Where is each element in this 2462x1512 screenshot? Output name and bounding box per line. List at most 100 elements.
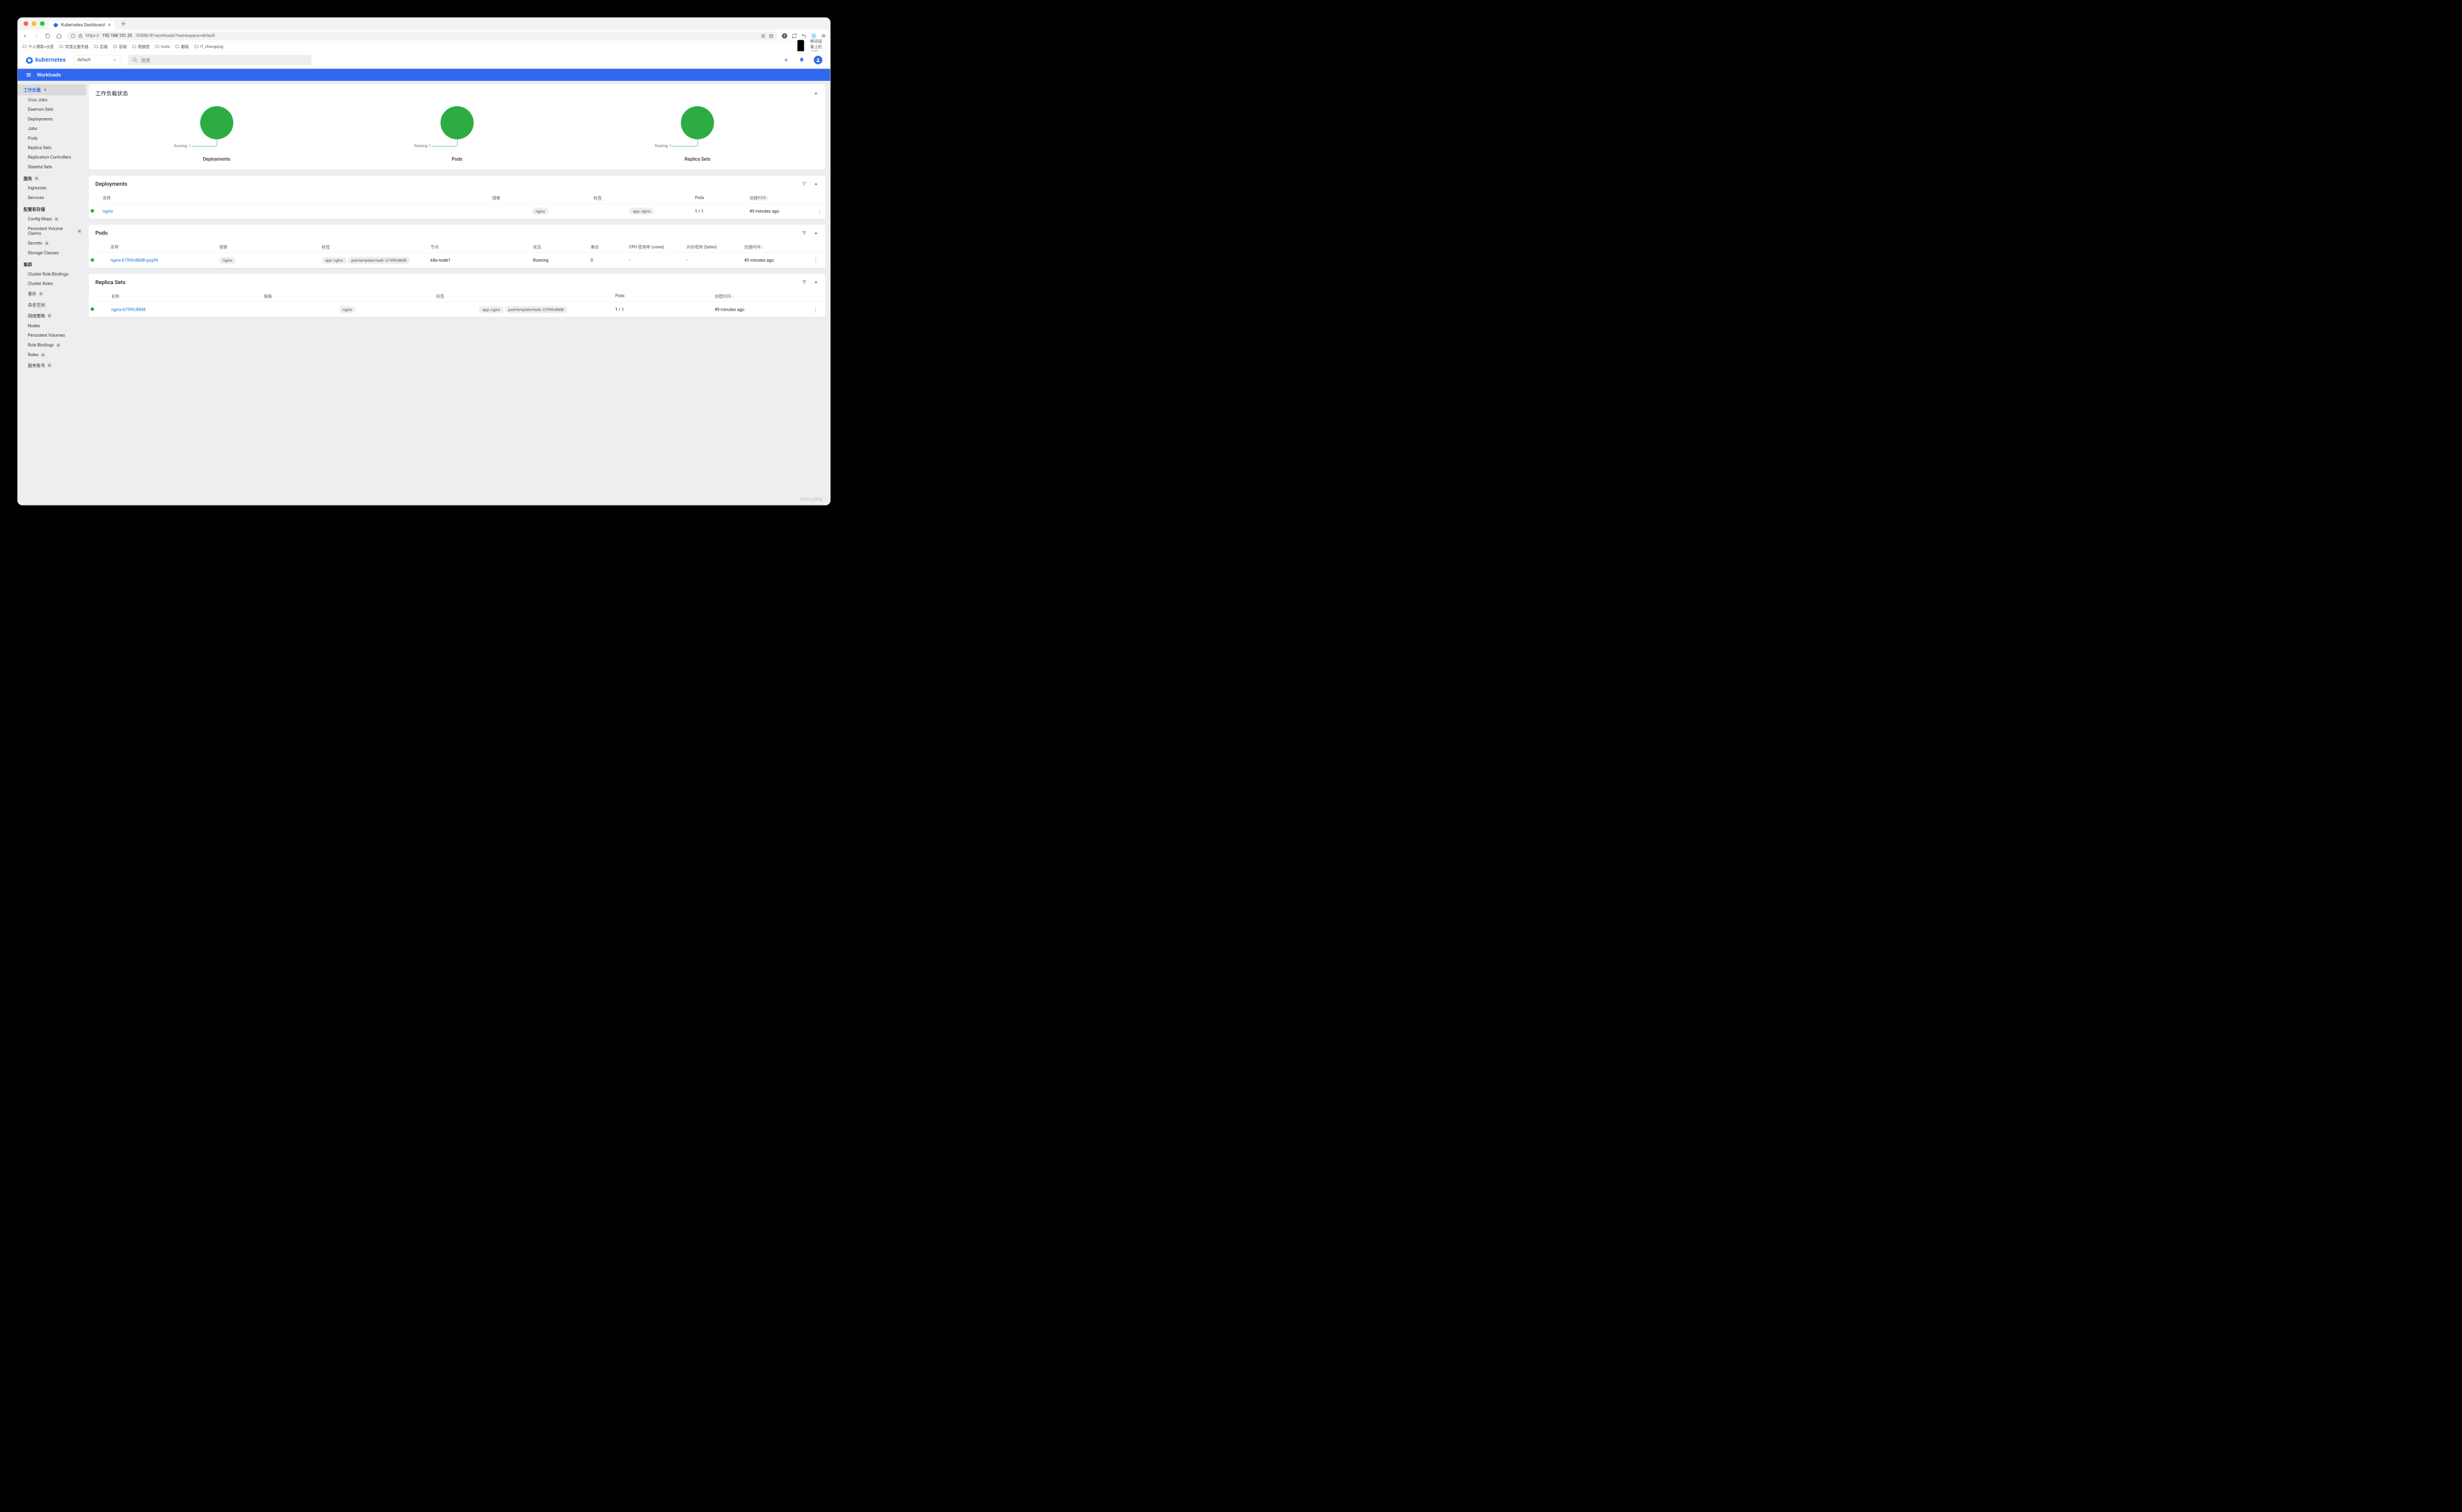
col-created[interactable]: 创建时间 ↑ [742, 242, 806, 253]
namespace-value: default [77, 57, 91, 62]
filter-icon[interactable] [802, 279, 807, 285]
col-labels[interactable]: 标签 [592, 192, 693, 203]
bookmark-item[interactable]: 数据库 [132, 44, 150, 50]
col-image[interactable]: 镜像 [262, 291, 434, 302]
sidebar-item[interactable]: Ingresses [18, 184, 86, 193]
bookmark-item[interactable]: 翻墙 [175, 44, 189, 50]
account-button[interactable] [814, 56, 823, 64]
brand[interactable]: kubernetes [25, 56, 66, 64]
col-pods[interactable]: Pods [613, 291, 712, 302]
col-restarts[interactable]: 重启 [589, 242, 627, 253]
sidebar-item[interactable]: 配置和存储 [18, 203, 86, 214]
home-button[interactable] [56, 32, 63, 40]
col-created[interactable]: 创建时间 ↑ [713, 291, 806, 302]
namespace-select[interactable]: default [74, 55, 121, 65]
sidebar-item[interactable]: Persistent Volume ClaimsN [18, 224, 86, 238]
browser-tab[interactable]: Kubernetes Dashboard ✕ [49, 20, 115, 30]
col-name[interactable]: 名称 [101, 192, 490, 203]
sidebar-item[interactable]: RolesN [18, 350, 86, 360]
sidebar-item[interactable]: Cron Jobs [18, 95, 86, 105]
sidebar-item[interactable]: SecretsN [18, 239, 86, 249]
sidebar-item[interactable]: Storage Classes [18, 248, 86, 258]
search-placeholder: 搜索 [141, 57, 151, 64]
sidebar-item[interactable]: Replication Controllers [18, 152, 86, 162]
pod-link[interactable]: nginx-6799fc88d8-qsg99 [110, 258, 158, 263]
sidebar-item[interactable]: Role BindingsN [18, 340, 86, 350]
sidebar-item[interactable]: Daemon Sets [18, 105, 86, 115]
new-tab-button[interactable]: ＋ [118, 18, 129, 30]
bookmark-star-icon[interactable] [768, 33, 774, 38]
sidebar-item[interactable]: Cluster Roles [18, 279, 86, 288]
collapse-icon[interactable] [813, 230, 819, 236]
search-input[interactable]: 搜索 [128, 55, 311, 65]
sidebar-item[interactable]: Persistent Volumes [18, 331, 86, 340]
deployments-table: 名称 镜像 标签 Pods 创建时间 ↑ nginxnginxapp: ngin… [89, 192, 825, 219]
bookmark-item[interactable]: 阿里云服务器 [59, 44, 89, 50]
row-menu-button[interactable]: ⋮ [806, 302, 826, 317]
col-node[interactable]: 节点 [429, 242, 531, 253]
sidebar-item[interactable]: Stateful Sets [18, 162, 86, 172]
col-image[interactable]: 镜像 [217, 242, 320, 253]
page-titlebar: Workloads [18, 69, 830, 80]
sidebar-item[interactable]: Jobs [18, 124, 86, 133]
bookmark-item[interactable]: tools [155, 44, 170, 50]
col-cpu[interactable]: CPU 使用率 (cores) [627, 242, 685, 253]
filter-icon[interactable] [802, 230, 807, 236]
create-button[interactable] [783, 57, 790, 64]
window-controls[interactable] [22, 18, 47, 30]
col-mem[interactable]: 内存使用 (bytes) [685, 242, 742, 253]
label-chip: app: nginx [322, 257, 347, 264]
reader-mode-icon[interactable]: 阅 [761, 33, 766, 39]
sidebar-item[interactable]: Cluster Role Bindings [18, 269, 86, 279]
close-tab-icon[interactable]: ✕ [108, 22, 111, 27]
deployment-link[interactable]: nginx [103, 209, 113, 214]
sidebar-item[interactable]: Deployments [18, 115, 86, 124]
sidebar-item[interactable]: 命名空间 [18, 299, 86, 310]
table-row: nginxnginxapp: nginx1 / 149 minutes ago⋮ [89, 204, 825, 219]
sidebar-item[interactable]: 服务账号N [18, 360, 86, 370]
brand-text: kubernetes [35, 57, 66, 64]
col-pods[interactable]: Pods [693, 192, 747, 203]
forward-button[interactable] [33, 32, 40, 40]
kubernetes-logo-icon [25, 56, 33, 64]
close-window-icon[interactable] [24, 21, 28, 26]
col-status[interactable]: 状态 [531, 242, 589, 253]
col-created[interactable]: 创建时间 ↑ [748, 192, 814, 203]
row-menu-button[interactable]: ⋮ [814, 204, 826, 219]
collapse-icon[interactable] [813, 279, 819, 285]
bookmark-item[interactable]: 前端 [113, 44, 126, 50]
filter-icon[interactable] [802, 181, 807, 187]
url-prefix: https:// [86, 33, 100, 38]
hamburger-icon[interactable] [25, 71, 32, 78]
col-name[interactable]: 名称 [109, 291, 262, 302]
col-image[interactable]: 镜像 [490, 192, 592, 203]
sidebar-item[interactable]: 集群 [18, 258, 86, 269]
sidebar-item[interactable]: Config MapsN [18, 214, 86, 224]
bookmark-item[interactable]: 后端 [94, 44, 108, 50]
reload-button[interactable] [44, 32, 51, 40]
col-labels[interactable]: 标签 [434, 291, 613, 302]
sidebar-item[interactable]: 工作负载N [18, 84, 86, 95]
address-bar[interactable]: https://192.168.101.20:30586/#!/workload… [67, 31, 777, 40]
sidebar-item[interactable]: 服务N [18, 172, 86, 184]
sidebar-item[interactable]: Services [18, 193, 86, 203]
sidebar-item[interactable]: 网络策略N [18, 310, 86, 321]
label-chip: pod-template-hash: 6799fc88d8 [505, 306, 568, 313]
collapse-icon[interactable] [813, 90, 819, 96]
col-name[interactable]: 名称 [109, 242, 217, 253]
col-labels[interactable]: 标签 [320, 242, 428, 253]
bookmark-item[interactable]: 个人博客+仓库 [22, 44, 54, 50]
notifications-button[interactable] [798, 57, 805, 64]
replicaset-link[interactable]: nginx-6799fc88d8 [111, 307, 145, 312]
minimize-window-icon[interactable] [32, 21, 37, 26]
sidebar-item[interactable]: Nodes [18, 321, 86, 331]
sidebar-item[interactable]: Pods [18, 133, 86, 143]
sidebar-item[interactable]: Replica Sets [18, 143, 86, 152]
badge-icon[interactable]: 9 [782, 33, 787, 38]
bookmark-item[interactable]: IT_zhengqing [194, 44, 223, 50]
back-button[interactable] [22, 32, 29, 40]
row-menu-button[interactable]: ⋮ [806, 253, 826, 268]
maximize-window-icon[interactable] [40, 21, 45, 26]
sidebar-item[interactable]: 事件N [18, 288, 86, 299]
collapse-icon[interactable] [813, 181, 819, 187]
